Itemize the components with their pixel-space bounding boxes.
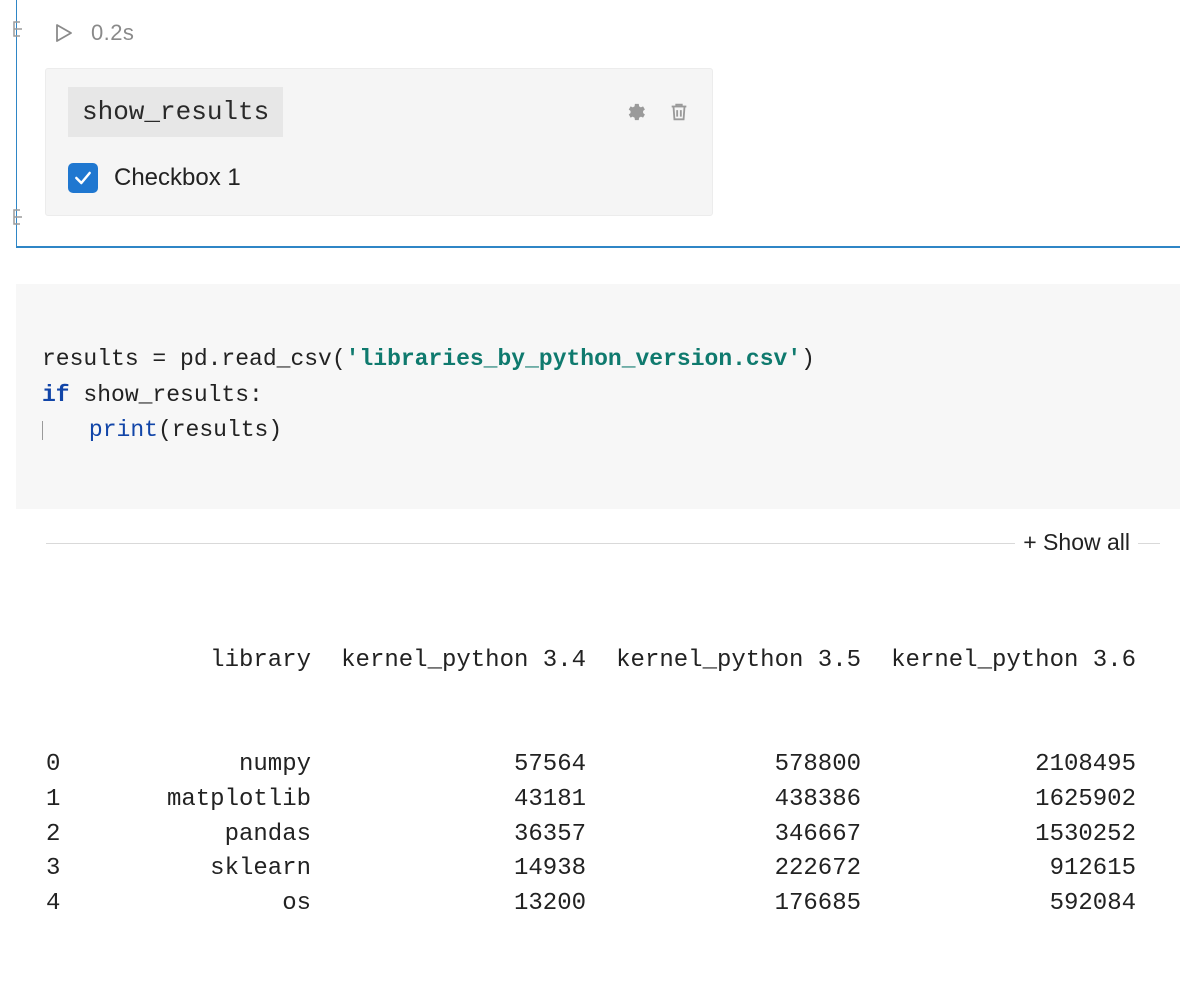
code-line-1: results = pd.read_csv('libraries_by_pyth… — [42, 346, 815, 372]
table-row: 0numpy575645788002108495 — [46, 748, 1180, 783]
trash-icon[interactable] — [668, 101, 690, 123]
widget-cell[interactable]: 0.2s show_results Checkbox 1 — [16, 0, 1180, 248]
table-row: 2pandas363573466671530252 — [46, 818, 1180, 853]
code-line-2: if show_results: — [42, 382, 263, 408]
code-cell[interactable]: results = pd.read_csv('libraries_by_pyth… — [16, 284, 1180, 509]
checkbox-1-label: Checkbox 1 — [114, 164, 241, 192]
table-row: 1matplotlib431814383861625902 — [46, 783, 1180, 818]
output-rule — [46, 543, 1160, 544]
execution-time: 0.2s — [91, 20, 134, 46]
col-k36: kernel_python 3.6 — [861, 644, 1136, 679]
fold-bottom-icon[interactable] — [10, 208, 24, 226]
show-all-button[interactable]: + Show all — [1015, 529, 1138, 556]
col-library: library — [96, 644, 311, 679]
cell-header: 0.2s — [17, 0, 1180, 46]
table-header: library kernel_python 3.4 kernel_python … — [46, 644, 1180, 679]
output-table: library kernel_python 3.4 kernel_python … — [46, 574, 1180, 991]
table-row: 3sklearn14938222672912615 — [46, 852, 1180, 887]
table-row: 4os13200176685592084 — [46, 887, 1180, 922]
checkbox-1[interactable] — [68, 163, 98, 193]
gear-icon[interactable] — [624, 101, 646, 123]
widget-variable-name[interactable]: show_results — [68, 87, 283, 137]
run-icon[interactable] — [53, 23, 73, 43]
col-k34: kernel_python 3.4 — [311, 644, 586, 679]
code-line-3: print(results) — [42, 417, 282, 443]
col-k35: kernel_python 3.5 — [586, 644, 861, 679]
output-area: + Show all library kernel_python 3.4 ker… — [46, 543, 1180, 991]
widget-panel: show_results Checkbox 1 — [45, 68, 713, 216]
